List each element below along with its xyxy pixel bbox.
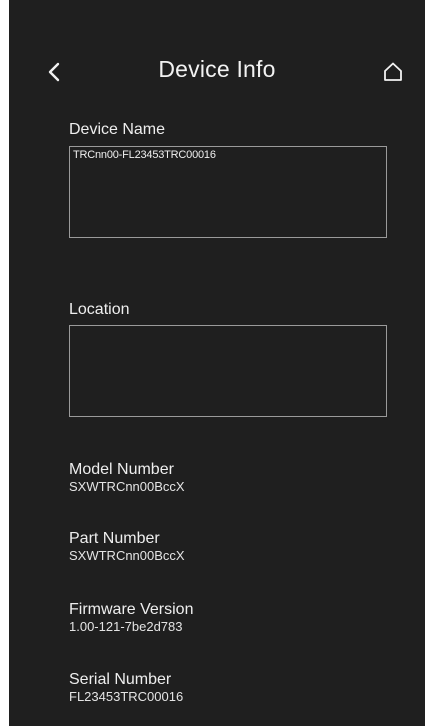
page-title: Device Info (158, 56, 276, 82)
model-number-block: Model Number SXWTRCnn00BccX (69, 461, 185, 495)
serial-number-label: Serial Number (69, 671, 172, 688)
model-number-value: SXWTRCnn00BccX (69, 479, 185, 494)
serial-number-value: FL23453TRC00016 (69, 689, 184, 704)
part-number-block: Part Number SXWTRCnn00BccX (69, 530, 185, 564)
location-label: Location (69, 301, 130, 318)
serial-number-block: Serial Number FL23453TRC00016 (69, 671, 183, 705)
firmware-version-label: Firmware Version (69, 601, 194, 618)
device-name-label: Device Name (69, 121, 166, 138)
device-info-screen: Device Info Device Name TRCnn00-FL23453T… (9, 0, 425, 726)
device-name-value: TRCnn00-FL23453TRC00016 (73, 149, 216, 161)
header-bar: Device Info (9, 54, 425, 90)
home-icon (384, 62, 402, 81)
location-field[interactable] (69, 325, 387, 417)
firmware-version-value: 1.00-121-7be2d783 (69, 619, 183, 634)
device-name-field[interactable]: TRCnn00-FL23453TRC00016 (69, 146, 387, 238)
model-number-label: Model Number (69, 461, 174, 478)
home-button[interactable] (379, 58, 407, 86)
part-number-label: Part Number (69, 530, 160, 547)
part-number-value: SXWTRCnn00BccX (69, 548, 185, 563)
firmware-version-block: Firmware Version 1.00-121-7be2d783 (69, 601, 193, 635)
